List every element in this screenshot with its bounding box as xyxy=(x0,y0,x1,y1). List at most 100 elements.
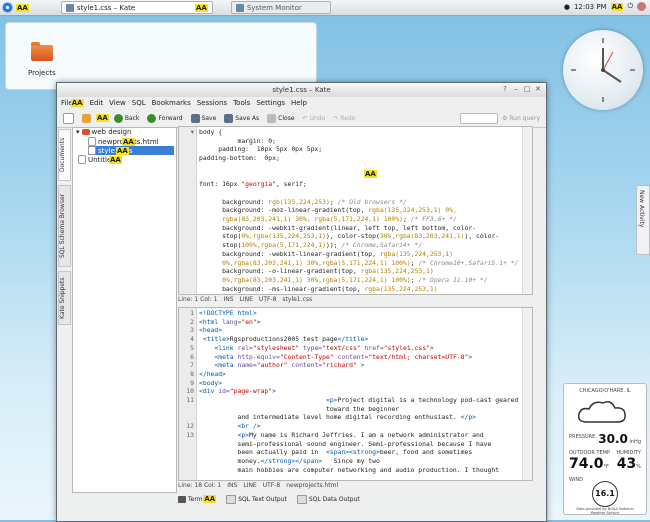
code-line: body { xyxy=(199,128,223,136)
back-arrow-icon xyxy=(113,113,123,123)
tab-sql-schema-browser[interactable]: SQL Schema Browser xyxy=(58,185,71,267)
selection-mode[interactable]: LINE xyxy=(243,482,256,489)
close-button[interactable]: Close xyxy=(264,113,297,123)
selection-mode[interactable]: LINE xyxy=(240,296,253,303)
code-text[interactable]: body { margin: 0; padding: 10px 5px 0px … xyxy=(199,128,532,293)
maximize-icon[interactable]: □ xyxy=(523,85,531,93)
tab-sql-data-label: SQL Data Output xyxy=(308,495,360,503)
notifications-icon[interactable]: ● xyxy=(564,3,570,11)
code-text[interactable]: <!DOCTYPE html> <html lang="en"> <head> <t… xyxy=(199,309,532,474)
save-as-button[interactable]: Save As xyxy=(221,113,262,123)
tab-sql-data-output[interactable]: SQL Data Output xyxy=(296,494,360,504)
menu-view[interactable]: View xyxy=(109,99,126,107)
menu-bar: File AA Edit View SQL Bookmarks Sessions… xyxy=(57,97,546,109)
taskbar-item-kate[interactable]: style1.css – Kate AA xyxy=(60,1,213,14)
redo-button[interactable]: ↷ Redo xyxy=(330,115,358,122)
insert-mode[interactable]: INS xyxy=(223,296,233,303)
menu-sessions[interactable]: Sessions xyxy=(197,99,227,107)
code-line: </head> xyxy=(199,369,226,378)
line-number: 11 xyxy=(186,396,194,404)
save-label: Save xyxy=(201,114,217,122)
code-line: <html lang="en"> xyxy=(199,317,261,326)
clock-text[interactable]: 12:03 PM xyxy=(574,3,607,11)
help-icon[interactable]: ? xyxy=(501,85,509,93)
run-query-label: Run query xyxy=(509,114,540,122)
cursor-position: Line: 18 Col: 1 xyxy=(178,481,222,489)
projects-folder-icon[interactable] xyxy=(31,42,53,61)
menu-settings[interactable]: Settings xyxy=(256,99,285,107)
line-number: 5 xyxy=(190,343,194,352)
css-file-icon xyxy=(88,146,96,155)
collapse-icon[interactable]: ▾ xyxy=(76,128,80,136)
menu-tools[interactable]: Tools xyxy=(233,99,250,107)
run-query-button[interactable]: ⚙ Run query xyxy=(502,115,540,122)
humidity-value: 43 xyxy=(616,456,637,472)
documents-tree: ▾ web design newprojects.html AA style1.… xyxy=(72,127,177,493)
code-line: <meta name="author" content="richard" > xyxy=(214,361,365,370)
code-line: margin: 0; xyxy=(199,136,276,145)
back-button[interactable]: Back xyxy=(111,113,143,123)
new-activity-tab[interactable]: New Activity xyxy=(636,185,650,255)
menu-edit[interactable]: Edit xyxy=(90,99,104,107)
taskbar-item-system-monitor[interactable]: System Monitor xyxy=(230,1,331,14)
open-button[interactable] xyxy=(79,113,94,123)
tree-folder-web-design[interactable]: ▾ web design xyxy=(76,128,131,136)
menu-help[interactable]: Help xyxy=(291,99,307,107)
code-line: font: 16px "georgia", serif; xyxy=(199,180,307,189)
code-line: toward the beginner xyxy=(199,404,400,413)
connection-select[interactable] xyxy=(459,112,498,124)
menu-sql[interactable]: SQL xyxy=(132,99,146,107)
code-line: padding-bottom: 0px; xyxy=(199,154,280,163)
save-button[interactable]: Save xyxy=(188,113,220,123)
code-line: been actually paid in <span><strong>beer… xyxy=(199,448,473,457)
code-line: main hobbies are computer networking and… xyxy=(199,465,500,474)
editor-pane-html[interactable]: 1 2 3 4 5 6 7 8 9 10 11 12 13 <!DOCTYPE html> <html l… xyxy=(178,307,533,481)
folder-label[interactable]: Projects xyxy=(28,69,56,77)
tree-file-style1[interactable]: style1.css xyxy=(88,146,174,155)
file-name: style1.css xyxy=(282,295,313,303)
top-panel: AA style1.css – Kate AA System Monitor ●… xyxy=(0,0,650,16)
application-launcher-icon[interactable] xyxy=(2,2,13,13)
code-line: background: -o-linear-gradient(top, rgba… xyxy=(199,267,434,276)
vertical-scrollbar[interactable] xyxy=(522,308,532,480)
vertical-scrollbar[interactable] xyxy=(522,127,532,294)
forward-button[interactable]: Forward xyxy=(144,113,185,123)
menu-bookmarks[interactable]: Bookmarks xyxy=(152,99,191,107)
cloud-icon xyxy=(569,396,641,430)
minimize-icon[interactable]: – xyxy=(512,85,520,93)
open-folder-icon xyxy=(82,113,91,123)
power-icon[interactable]: ⏻ xyxy=(627,2,633,11)
close-window-icon[interactable]: ✕ xyxy=(534,85,542,93)
tab-sql-text-output[interactable]: SQL Text Output xyxy=(226,494,287,504)
code-line: background: -moz-linear-gradient(top, rg… xyxy=(199,206,457,215)
line-number: 10 xyxy=(186,387,194,396)
tab-sql-text-label: SQL Text Output xyxy=(238,495,287,503)
encoding[interactable]: UTF-8 xyxy=(259,296,277,303)
pressure-value: 30.0 xyxy=(598,432,628,446)
undo-button[interactable]: ↶ Undo xyxy=(300,115,329,122)
new-button[interactable] xyxy=(60,112,77,124)
insert-mode[interactable]: INS xyxy=(227,482,237,489)
weather-station-name: CHICAGO/O'HARE, IL xyxy=(579,388,631,394)
window-titlebar[interactable]: style1.css – Kate ? – □ ✕ xyxy=(57,83,546,97)
tab-kate-snippets-label: Kate Snippets xyxy=(59,277,66,319)
user-avatar-icon[interactable] xyxy=(637,2,646,11)
html-file-icon xyxy=(88,137,96,146)
editor-gutter: 1 2 3 4 5 6 7 8 9 10 11 12 13 xyxy=(179,308,197,480)
tab-terminal[interactable]: Terminal AA xyxy=(178,495,217,503)
editor-pane-css[interactable]: ▾ body { margin: 0; padding: 10px 5px 0p… xyxy=(178,126,533,295)
encoding[interactable]: UTF-8 xyxy=(263,482,281,489)
tab-documents[interactable]: Documents xyxy=(58,129,71,181)
redo-icon: ↷ xyxy=(333,114,339,122)
aa-marker: AA xyxy=(16,3,29,12)
kate-window: style1.css – Kate ? – □ ✕ File AA Edit V… xyxy=(56,82,547,522)
fold-marker-icon[interactable]: ▾ xyxy=(191,128,194,136)
run-query-icon: ⚙ xyxy=(501,114,508,122)
close-label: Close xyxy=(278,114,295,122)
taskbar-item-label: style1.css – Kate xyxy=(76,3,136,12)
analog-clock-widget xyxy=(563,30,643,110)
forward-label: Forward xyxy=(158,114,183,122)
aa-marker: AA xyxy=(203,495,217,503)
tab-kate-snippets[interactable]: Kate Snippets xyxy=(58,271,71,325)
code-line: and intermediate level home digital reco… xyxy=(199,413,477,422)
